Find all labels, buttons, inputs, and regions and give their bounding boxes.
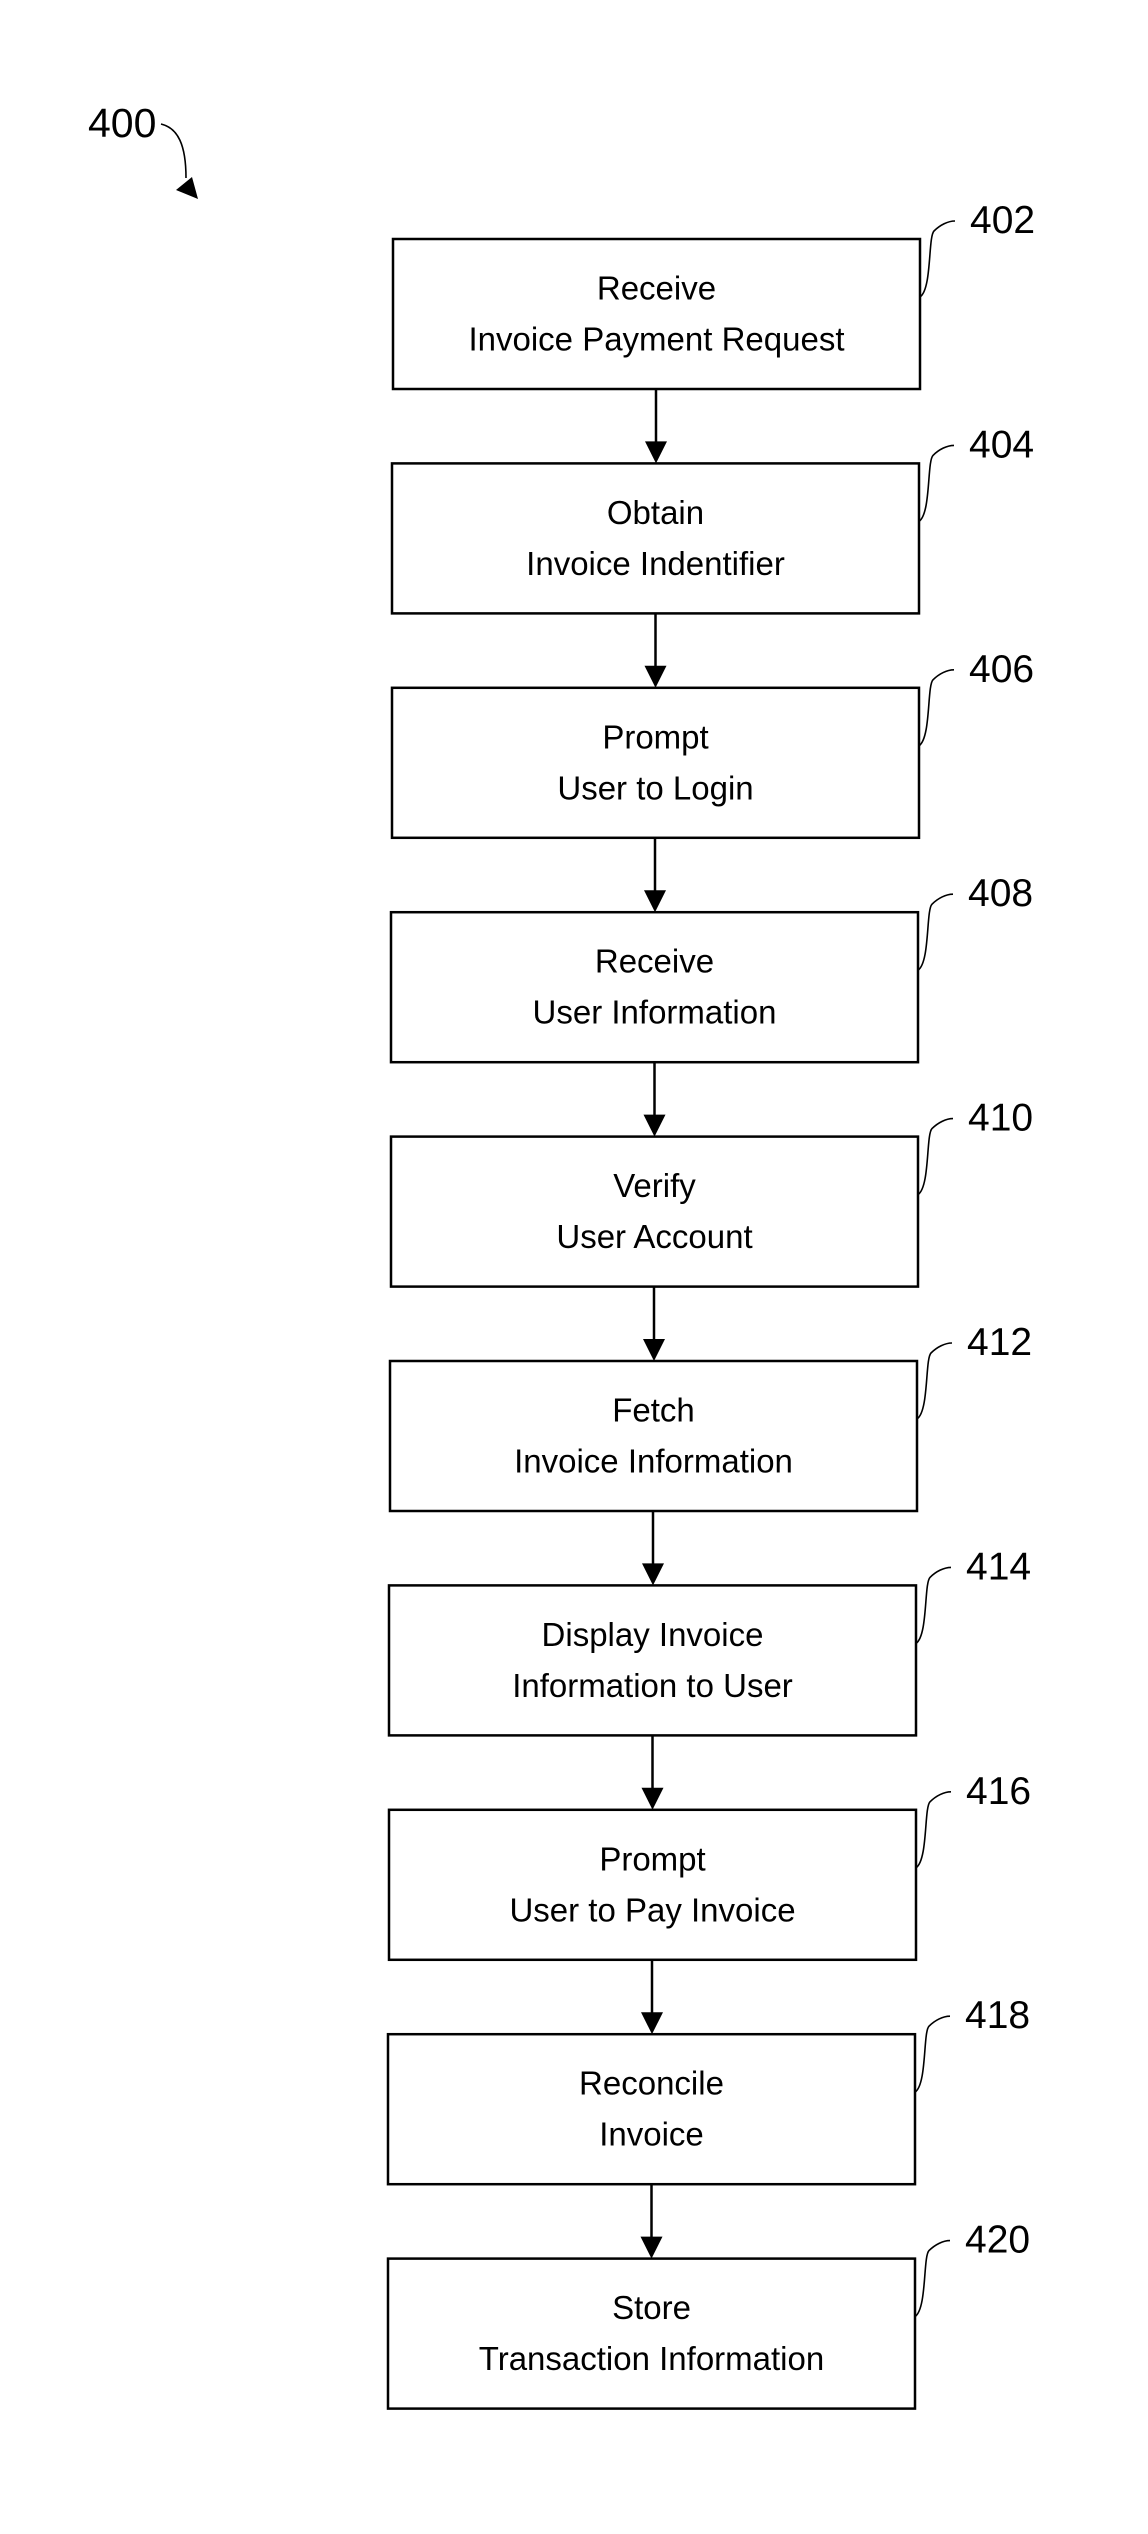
reference-number-label: 418	[965, 1994, 1030, 2037]
figure-pointer-curve	[160, 123, 187, 179]
reference-number-label: 408	[968, 872, 1033, 915]
step-406: Prompt User to Login 406	[390, 648, 1034, 840]
step-412: Fetch Invoice Information 412	[388, 1321, 1032, 1513]
reference-callout-line	[916, 1342, 953, 1420]
step-text-line: Receive	[595, 943, 714, 980]
reference-callout-line	[914, 2015, 951, 2093]
reference-number-label: 420	[965, 2219, 1030, 2262]
flow-arrow-412-to-414	[642, 1511, 664, 1586]
arrowhead-down-icon	[644, 890, 666, 913]
arrowhead-down-icon	[644, 665, 667, 688]
step-box	[390, 462, 921, 615]
arrowhead-down-icon	[641, 1787, 664, 1810]
step-text-line: Reconcile	[579, 2065, 724, 2102]
step-box	[386, 2257, 917, 2410]
step-text-line: Verify	[613, 1167, 696, 1204]
step-text-line: Invoice	[599, 2116, 704, 2153]
step-text-line: User Account	[556, 1218, 752, 1255]
arrowhead-down-icon	[641, 2012, 663, 2035]
reference-callout-line	[918, 669, 955, 747]
step-box	[388, 1359, 919, 1513]
reference-callout-line	[917, 1117, 954, 1196]
arrowhead-down-icon	[643, 1114, 666, 1137]
reference-number-label: 410	[968, 1097, 1033, 1140]
step-414: Display Invoice Information to User 414	[387, 1545, 1031, 1737]
figure-reference: 400	[88, 100, 198, 199]
step-box	[389, 910, 920, 1064]
reference-callout-line	[919, 220, 956, 298]
reference-number-label: 416	[966, 1770, 1031, 1813]
flow-arrow-408-to-410	[643, 1062, 666, 1137]
step-text-line: Invoice Payment Request	[468, 321, 844, 358]
step-text-line: Invoice Indentifier	[526, 545, 785, 582]
steps-layer: Receive Invoice Payment Request 402 Obtain I…	[386, 199, 1035, 2410]
reference-number-label: 414	[966, 1545, 1031, 1588]
step-420: Store Transaction Information 420	[386, 2219, 1030, 2410]
step-410: Verify User Account 410	[389, 1097, 1033, 1288]
step-404: Obtain Invoice Indentifier 404	[390, 423, 1034, 615]
flow-arrow-414-to-416	[641, 1735, 664, 1810]
step-box	[389, 1135, 920, 1288]
step-text-line: User to Login	[557, 769, 753, 806]
flow-arrow-410-to-412	[643, 1286, 665, 1361]
step-418: Reconcile Invoice 418	[386, 1994, 1030, 2186]
reference-callout-line	[917, 893, 954, 971]
step-402: Receive Invoice Payment Request 402	[391, 199, 1035, 391]
arrowhead-down-icon	[643, 1339, 665, 1361]
flow-arrow-418-to-420	[640, 2184, 663, 2259]
figure-number-label: 400	[88, 100, 156, 146]
step-408: Receive User Information 408	[389, 872, 1033, 1064]
figure-pointer-arrowhead-icon	[176, 177, 198, 199]
flow-arrow-406-to-408	[644, 837, 666, 913]
step-box	[386, 2032, 917, 2186]
reference-callout-line	[914, 2239, 951, 2318]
arrowhead-down-icon	[645, 441, 667, 464]
flow-arrow-402-to-404	[645, 389, 667, 464]
flow-arrow-404-to-406	[644, 613, 667, 688]
connectors-layer	[640, 389, 667, 2259]
step-text-line: Receive	[597, 270, 716, 307]
reference-number-label: 402	[970, 199, 1035, 242]
arrowhead-down-icon	[642, 1563, 664, 1586]
step-text-line: User Information	[533, 994, 777, 1031]
reference-callout-line	[915, 1566, 952, 1645]
step-text-line: Fetch	[612, 1392, 695, 1429]
reference-callout-line	[918, 444, 955, 523]
step-416: Prompt User to Pay Invoice 416	[387, 1770, 1031, 1962]
step-box	[390, 686, 921, 840]
reference-callout-line	[915, 1791, 952, 1869]
step-text-line: Transaction Information	[479, 2340, 824, 2377]
step-box	[387, 1584, 918, 1737]
step-text-line: Information to User	[512, 1667, 793, 1704]
step-box	[387, 1808, 918, 1962]
step-text-line: Prompt	[602, 718, 708, 755]
step-text-line: Display Invoice	[542, 1616, 764, 1653]
reference-number-label: 406	[969, 648, 1034, 691]
reference-number-label: 404	[969, 423, 1034, 466]
flow-arrow-416-to-418	[641, 1959, 663, 2035]
step-text-line: User to Pay Invoice	[509, 1891, 795, 1928]
step-text-line: Invoice Information	[514, 1443, 793, 1480]
arrowhead-down-icon	[640, 2236, 663, 2259]
step-box	[391, 237, 922, 391]
flowchart-diagram: 400 Receive Invoice Payment Request 402 Obt…	[88, 100, 1035, 2410]
reference-number-label: 412	[967, 1321, 1032, 1364]
step-text-line: Store	[612, 2289, 691, 2326]
step-text-line: Prompt	[599, 1840, 705, 1877]
step-text-line: Obtain	[607, 494, 704, 531]
